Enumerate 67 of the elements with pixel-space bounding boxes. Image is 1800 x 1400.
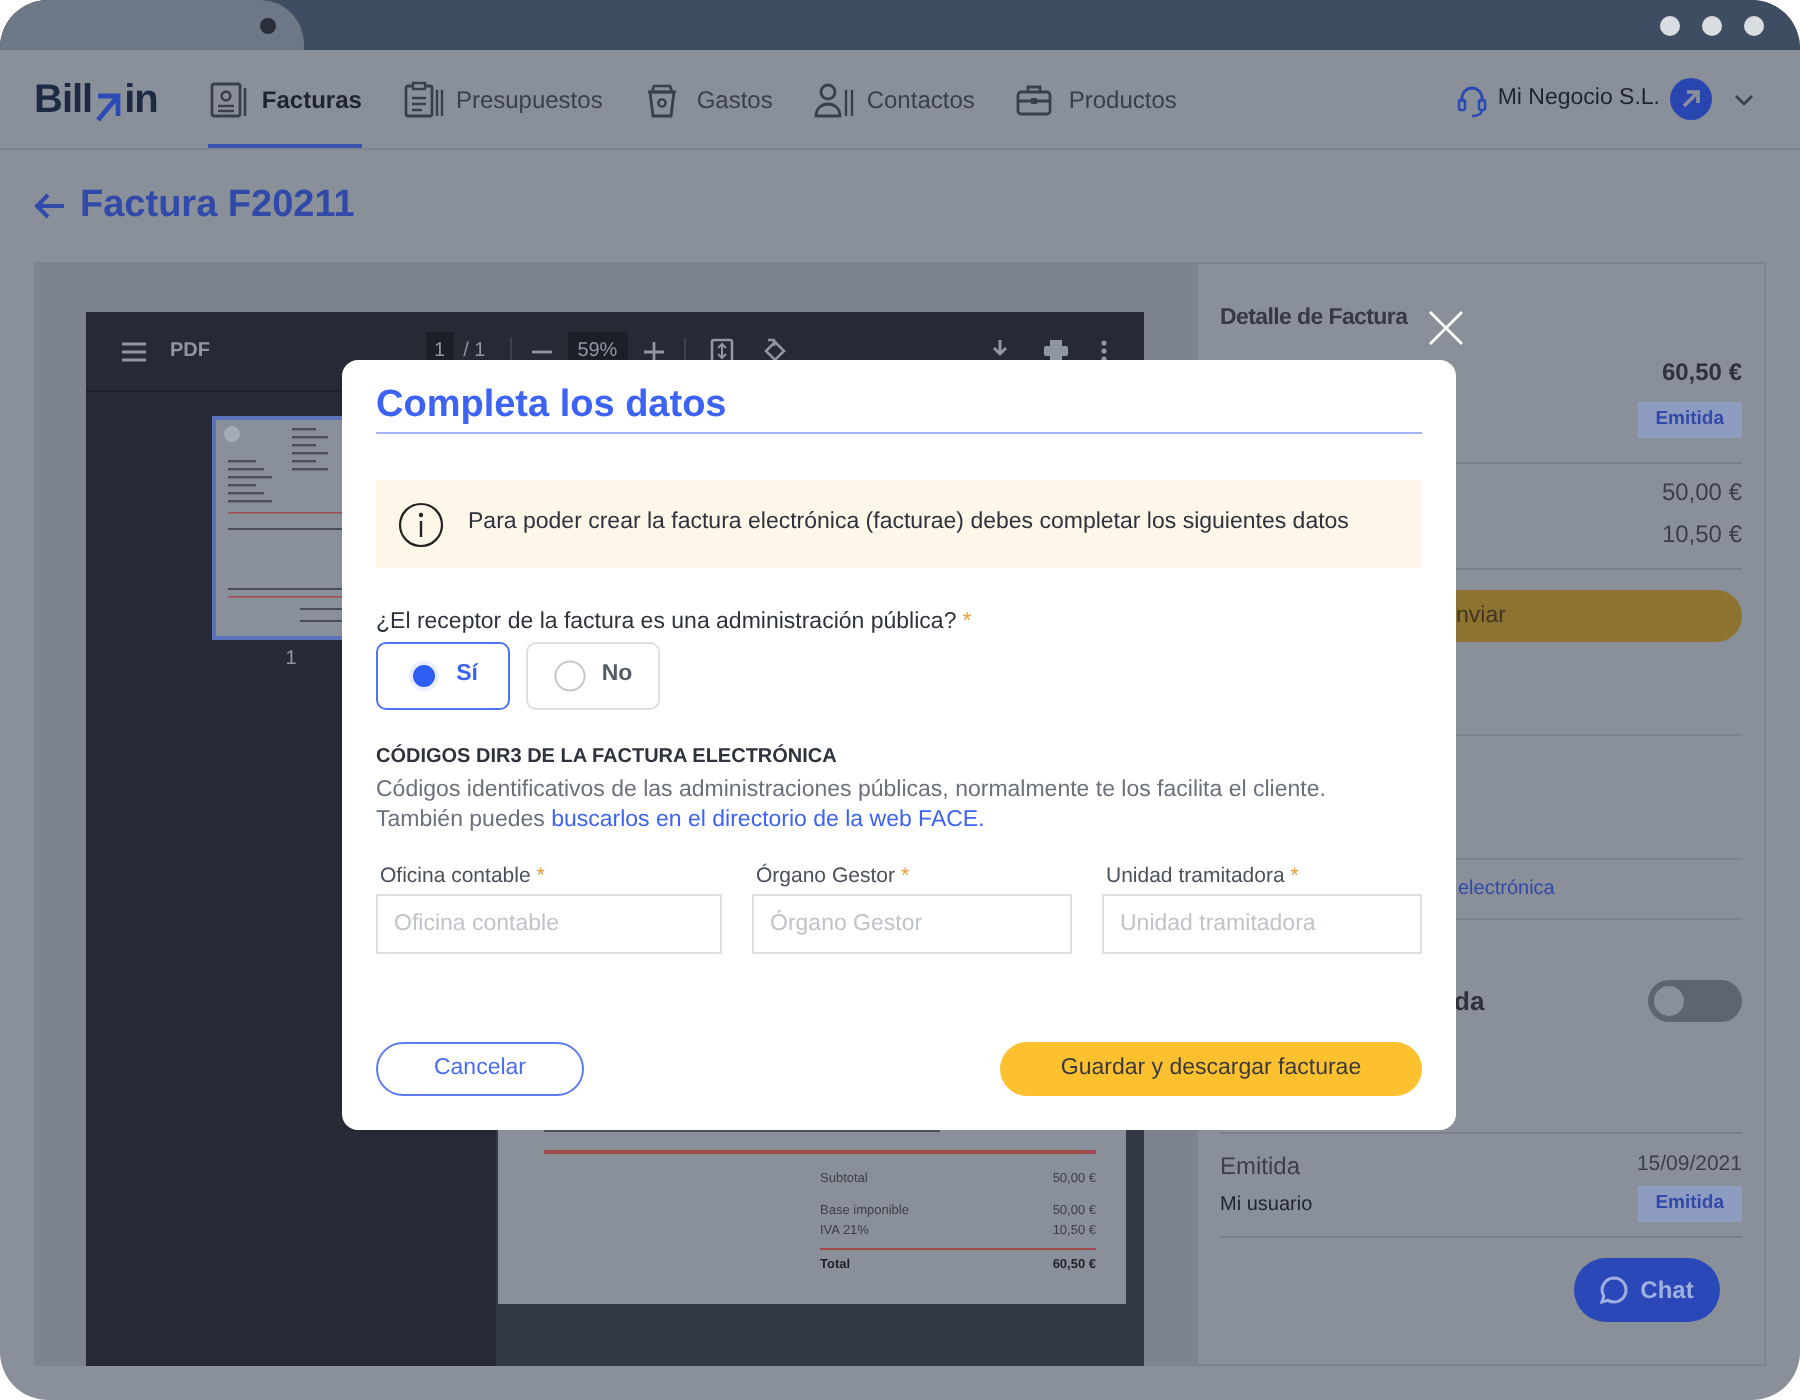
chat-button[interactable]: Chat (1574, 1258, 1720, 1322)
input-field[interactable]: Unidad tramitadora (1102, 894, 1422, 954)
close-icon[interactable] (1428, 310, 1464, 346)
page-title: Factura F20211 (80, 181, 355, 230)
logo[interactable]: Bill in (34, 69, 158, 129)
modal-title: Completa los datos (376, 382, 729, 430)
zoom-in-icon[interactable] (643, 341, 664, 361)
back-arrow-icon[interactable] (34, 192, 66, 220)
history-date: 15/09/2021 (1636, 1150, 1742, 1181)
window-dot-icon (1744, 15, 1764, 35)
more-options-icon[interactable] (1100, 340, 1108, 362)
nav-tab[interactable]: Presupuestos (401, 50, 603, 148)
description-text: Códigos identificativos de las administraciones públicas, normalmente te los facilita el cliente. (376, 776, 1328, 806)
face-directory-link[interactable]: buscarlos en el directorio de la web FACE. (551, 808, 985, 832)
toggle-label: da (1454, 983, 1485, 1019)
nav-tab[interactable]: Contactos (812, 50, 975, 148)
required-mark: * (900, 862, 910, 893)
radio-option[interactable]: Sí (376, 642, 510, 710)
menu-icon[interactable] (122, 341, 146, 361)
amount-text: 50,00 € (1661, 476, 1742, 511)
clipboard-icon (401, 79, 444, 119)
total-amount: 60,50 € (1661, 356, 1742, 390)
rotate-icon[interactable] (761, 338, 788, 364)
window-dot-icon (1702, 15, 1722, 35)
required-mark: * (1290, 862, 1299, 893)
radio-selected-icon (408, 660, 441, 692)
headset-icon (1455, 81, 1488, 117)
field-label: Órgano Gestor (756, 862, 895, 893)
nav-tab[interactable]: Facturas (207, 50, 362, 148)
radio-icon (553, 660, 586, 692)
toggle-switch[interactable] (1648, 979, 1742, 1022)
radio-option[interactable]: No (526, 642, 660, 710)
history-user: Mi usuario (1220, 1191, 1313, 1220)
nav-tab[interactable]: Productos (1014, 50, 1177, 148)
input-field[interactable]: Oficina contable (376, 894, 722, 954)
panel-title: Detalle de Factura (1220, 304, 1408, 335)
question-text: ¿El receptor de la factura es una administración pública? (376, 608, 957, 639)
section-heading: CÓDIGOS DIR3 DE LA FACTURA ELECTRÓNICA (376, 746, 839, 770)
status-badge: Emitida (1637, 402, 1742, 439)
invoice-icon (207, 79, 250, 119)
history-status: Emitida (1220, 1150, 1301, 1185)
camera-dot-icon (260, 17, 276, 33)
hint-text: También puedes buscarlos en el directorio de la web FACE. (376, 806, 987, 836)
link-text[interactable]: electrónica (1458, 874, 1555, 905)
viewer-title: PDF (170, 338, 210, 366)
notice-text: Para poder crear la factura electrónica (facturae) debes completar los siguientes datos (468, 508, 1349, 539)
account-name[interactable]: Mi Negocio S.L. (1497, 81, 1660, 117)
field-label: Unidad tramitadora (1106, 862, 1285, 893)
nav-tab[interactable]: Gastos (642, 50, 773, 148)
input-field[interactable]: Órgano Gestor (752, 894, 1072, 954)
field-label: Oficina contable (380, 862, 531, 893)
info-icon (398, 501, 444, 547)
arrow-avatar-icon[interactable] (1670, 78, 1712, 120)
submit-button[interactable]: Guardar y descargar facturae (1000, 1042, 1422, 1096)
status-badge: Emitida (1637, 1186, 1742, 1223)
chevron-down-icon[interactable] (1734, 93, 1754, 105)
window-dot-icon (1660, 15, 1680, 35)
amount-text: 10,50 € (1661, 518, 1742, 553)
contacts-icon (812, 79, 855, 119)
speech-bubble-icon (1600, 1276, 1629, 1304)
cancel-button[interactable]: Cancelar (376, 1042, 584, 1096)
fit-page-icon[interactable] (709, 338, 734, 364)
arrow-icon (94, 91, 123, 123)
required-mark: * (962, 608, 972, 639)
thumbnail-label: 1 (285, 646, 297, 674)
page-total: / 1 (463, 338, 486, 366)
required-mark: * (536, 862, 545, 893)
